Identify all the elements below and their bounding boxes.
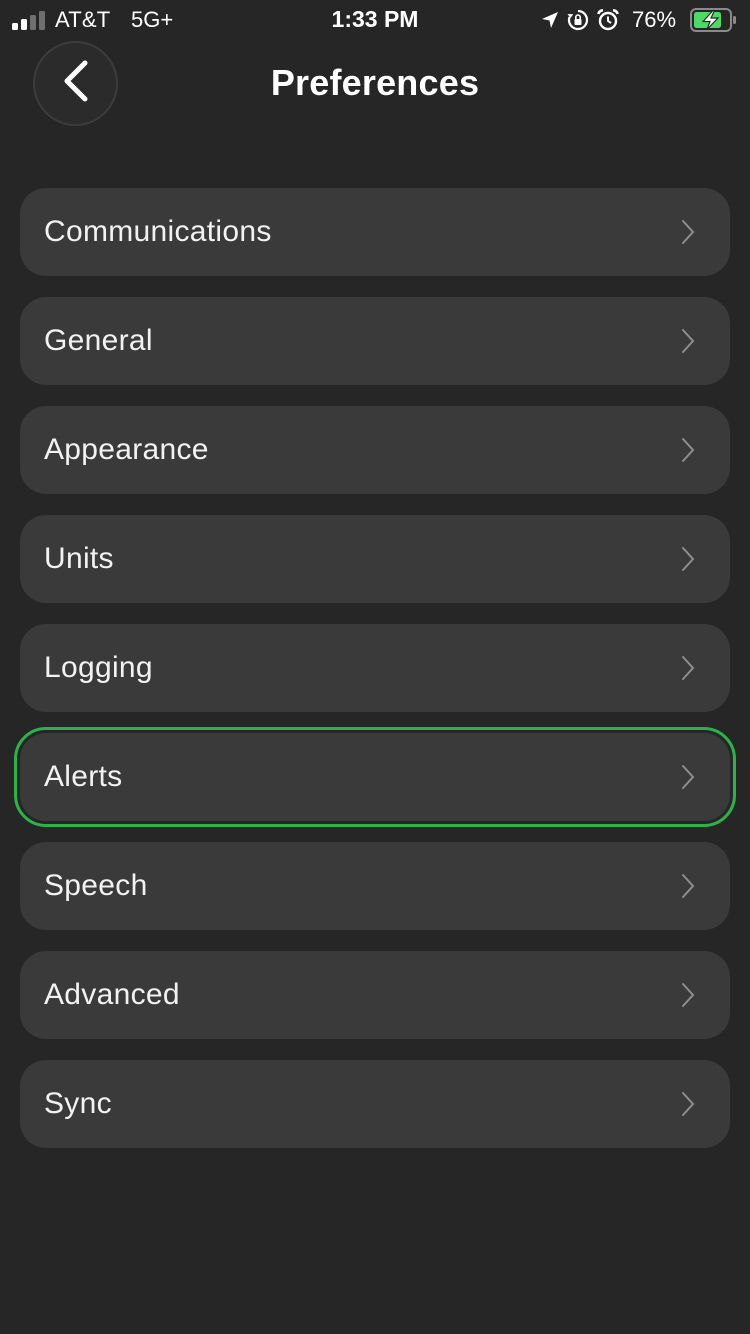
menu-item-speech[interactable]: Speech [20, 842, 730, 930]
menu-item-label: General [44, 324, 153, 357]
chevron-right-icon [682, 983, 695, 1007]
menu-item-appearance[interactable]: Appearance [20, 406, 730, 494]
menu-item-sync[interactable]: Sync [20, 1060, 730, 1148]
chevron-right-icon [682, 329, 695, 353]
orientation-lock-icon [566, 8, 590, 32]
menu-item-label: Sync [44, 1087, 112, 1120]
menu-item-label: Speech [44, 869, 148, 902]
menu-item-advanced[interactable]: Advanced [20, 951, 730, 1039]
battery-charging-icon [690, 8, 738, 32]
menu-item-label: Logging [44, 651, 153, 684]
battery-percentage: 76% [632, 7, 677, 32]
menu-item-units[interactable]: Units [20, 515, 730, 603]
menu-item-communications[interactable]: Communications [20, 188, 730, 276]
status-bar: AT&T 5G+ 1:33 PM 76% [0, 0, 750, 40]
page-title: Preferences [270, 62, 480, 103]
menu-item-label: Communications [44, 215, 272, 248]
preferences-menu: Communications General Appearance Units … [14, 188, 736, 1169]
menu-item-alerts[interactable]: Alerts [14, 727, 736, 827]
menu-item-logging[interactable]: Logging [20, 624, 730, 712]
chevron-right-icon [682, 438, 695, 462]
alarm-icon [596, 8, 620, 32]
chevron-right-icon [682, 1092, 695, 1116]
chevron-right-icon [682, 220, 695, 244]
menu-item-general[interactable]: General [20, 297, 730, 385]
chevron-right-icon [682, 765, 695, 789]
menu-item-label: Alerts [44, 760, 123, 793]
menu-item-label: Appearance [44, 433, 209, 466]
menu-item-label: Advanced [44, 978, 180, 1011]
chevron-right-icon [682, 656, 695, 680]
status-icons [540, 8, 620, 32]
chevron-right-icon [682, 874, 695, 898]
menu-item-label: Units [44, 542, 114, 575]
location-arrow-icon [540, 10, 560, 30]
chevron-right-icon [682, 547, 695, 571]
